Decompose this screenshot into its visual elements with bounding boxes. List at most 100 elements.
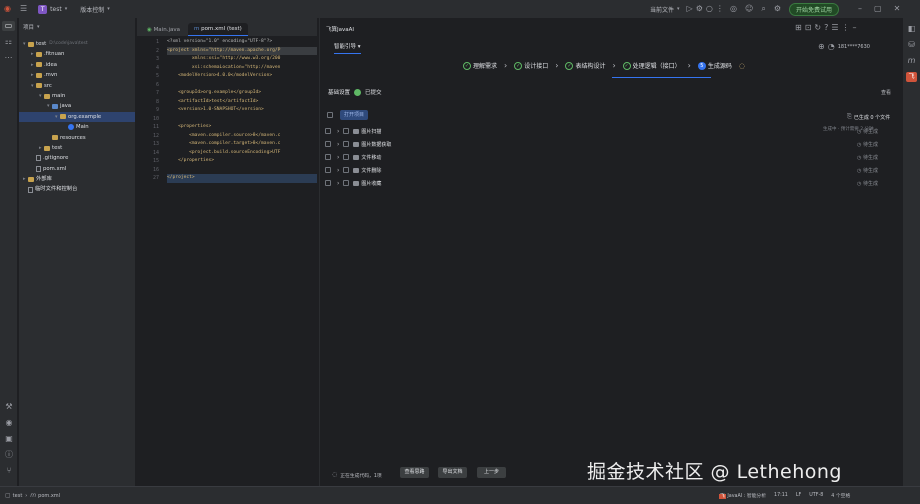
ai-assistant-icon[interactable]: ◎ — [730, 4, 737, 14]
tree-item[interactable]: ▾ java — [19, 101, 135, 111]
tab-smart-guide[interactable]: 智能引导 ▾ — [334, 42, 361, 54]
step-done-icon: ✓ — [565, 61, 574, 70]
tree-item[interactable]: ▸ test — [19, 143, 135, 153]
refresh-icon[interactable]: ↻ — [814, 23, 821, 33]
task-checkbox[interactable] — [325, 154, 331, 160]
tree-item[interactable]: ▸ 外部库 — [19, 174, 135, 184]
view-idea-button[interactable]: 查看思路 — [400, 467, 429, 478]
user-avatar-icon[interactable]: ◔ — [828, 42, 835, 52]
project-name[interactable]: test — [50, 6, 62, 13]
tree-item[interactable]: ▸ .fitnuan — [19, 49, 135, 59]
tree-item[interactable]: 临时文件和控制台 — [19, 184, 135, 194]
line-separator[interactable]: LF — [796, 493, 801, 498]
previous-step-button[interactable]: 上一步 — [477, 467, 506, 478]
editor-tab[interactable]: m pom.xml (test) — [187, 23, 248, 36]
project-panel-title[interactable]: 项目 — [23, 23, 34, 31]
tree-item[interactable]: pom.xml — [19, 164, 135, 174]
task-checkbox[interactable] — [325, 167, 331, 173]
task-checkbox[interactable] — [325, 180, 331, 186]
tree-item[interactable]: ▾ main — [19, 91, 135, 101]
expand-arrow-icon[interactable]: › — [337, 180, 339, 187]
javaai-status[interactable]: 飞 JavaAI : 智能分析 — [719, 492, 766, 499]
problems-icon[interactable]: ⓘ — [0, 450, 18, 460]
step-item[interactable]: ✓ 处理逻辑（接口） — [622, 61, 681, 70]
task-sub-checkbox[interactable] — [343, 154, 350, 160]
indent-setting[interactable]: 4 个空格 — [831, 492, 850, 499]
task-row[interactable]: › 图片数据获取 ◷ 待生成 — [325, 138, 895, 150]
stop-icon[interactable]: ○ — [706, 4, 713, 14]
run-icon[interactable]: ▷ — [687, 4, 693, 14]
tree-item[interactable]: .gitignore — [19, 153, 135, 163]
export-doc-button[interactable]: 导出文档 — [438, 467, 467, 478]
account-label[interactable]: 181****7630 — [838, 44, 870, 50]
vcs-branch[interactable]: 版本控制 — [80, 5, 104, 14]
task-row[interactable]: › 文件移动 ◷ 待生成 — [325, 151, 895, 163]
notifications-icon[interactable]: ◧ — [903, 24, 920, 34]
breadcrumb-project[interactable]: test — [13, 493, 23, 499]
help-icon[interactable]: ? — [824, 23, 828, 33]
tree-item[interactable]: ▾ org.example — [19, 111, 135, 123]
search-icon[interactable]: ⌕ — [761, 4, 765, 14]
app-logo-icon[interactable]: ◉ — [4, 4, 11, 14]
open-project-button[interactable]: 打开项目 — [340, 110, 369, 120]
settings-icon[interactable]: ⚙ — [774, 4, 781, 14]
terminal-icon[interactable]: ▣ — [0, 434, 18, 444]
task-row[interactable]: › 文件删除 ◷ 待生成 — [325, 164, 895, 176]
step-item[interactable]: ✓ 设计接口 — [514, 61, 548, 70]
minimize-panel-icon[interactable]: – — [853, 23, 857, 33]
expand-arrow-icon[interactable]: › — [337, 167, 339, 174]
cursor-position[interactable]: 17:11 — [774, 493, 788, 498]
structure-tool-icon[interactable]: ⚏ — [0, 37, 17, 47]
services-icon[interactable]: ◉ — [0, 418, 18, 428]
file-encoding[interactable]: UTF-8 — [809, 493, 823, 498]
task-sub-checkbox[interactable] — [343, 167, 350, 173]
minimize-icon[interactable]: – — [858, 4, 862, 14]
maven-icon[interactable]: m — [903, 56, 920, 66]
task-checkbox[interactable] — [325, 128, 331, 134]
view-link[interactable]: 查看 — [881, 89, 891, 96]
javaai-icon[interactable]: 飞 — [906, 72, 917, 82]
current-file-selector[interactable]: 当前文件 — [650, 5, 674, 14]
tree-item[interactable]: ▾ test D:\code\java\test — [19, 39, 135, 49]
git-icon[interactable]: ⑂ — [0, 466, 18, 476]
task-sub-checkbox[interactable] — [343, 128, 350, 134]
editor-tab[interactable]: ◉ Main.java — [141, 24, 186, 36]
tree-item[interactable]: ▸ .mvn — [19, 70, 135, 80]
task-name: 图片数据获取 — [361, 141, 392, 148]
debug-icon[interactable]: ⚙ — [696, 4, 703, 14]
maximize-icon[interactable]: ▢ — [874, 4, 882, 14]
expand-arrow-icon[interactable]: › — [337, 128, 339, 135]
expand-arrow-icon[interactable]: › — [337, 154, 339, 161]
step-item[interactable]: ✓ 理解需求 — [463, 61, 497, 70]
tree-item[interactable]: Main — [19, 122, 135, 132]
database-icon[interactable]: ⛁ — [903, 40, 920, 50]
breadcrumb-file[interactable]: pom.xml — [38, 493, 60, 499]
step-item[interactable]: 5 生成源码 — [697, 61, 732, 70]
add-icon[interactable]: ⊕ — [818, 42, 825, 52]
more-icon[interactable]: ⋮ — [716, 4, 724, 14]
box-icon: ▢ — [5, 491, 11, 499]
step-item[interactable]: ✓ 表结构设计 — [565, 61, 605, 70]
task-row[interactable]: › 图片扫描 ◷ 待生成 — [325, 125, 895, 137]
main-menu-icon[interactable]: ☰ — [20, 4, 27, 14]
task-checkbox[interactable] — [325, 141, 331, 147]
expand-arrow-icon[interactable]: › — [337, 141, 339, 148]
tree-item[interactable]: ▸ .idea — [19, 60, 135, 70]
task-sub-checkbox[interactable] — [343, 141, 350, 147]
code-content[interactable]: <?xml version="1.0" encoding="UTF-8"?> <p… — [167, 38, 317, 183]
history-icon[interactable]: ⊞ — [795, 23, 802, 33]
more-icon[interactable]: ⋮ — [842, 23, 850, 33]
task-sub-checkbox[interactable] — [343, 180, 350, 186]
task-row[interactable]: › 图片收藏 ◷ 待生成 — [325, 177, 895, 189]
feedback-icon[interactable]: ☰ — [831, 23, 838, 33]
more-tools-icon[interactable]: ⋯ — [0, 53, 17, 63]
share-icon[interactable]: ⊡ — [805, 23, 812, 33]
users-icon[interactable]: ☺ — [745, 4, 753, 14]
close-icon[interactable]: ✕ — [894, 4, 901, 14]
free-trial-button[interactable]: 开始免费试用 — [788, 2, 839, 16]
project-tool-icon[interactable]: ▭ — [2, 21, 15, 31]
build-icon[interactable]: ⚒ — [0, 402, 18, 412]
tree-item[interactable]: resources — [19, 133, 135, 143]
select-all-checkbox[interactable] — [327, 112, 333, 118]
tree-item[interactable]: ▾ src — [19, 81, 135, 91]
